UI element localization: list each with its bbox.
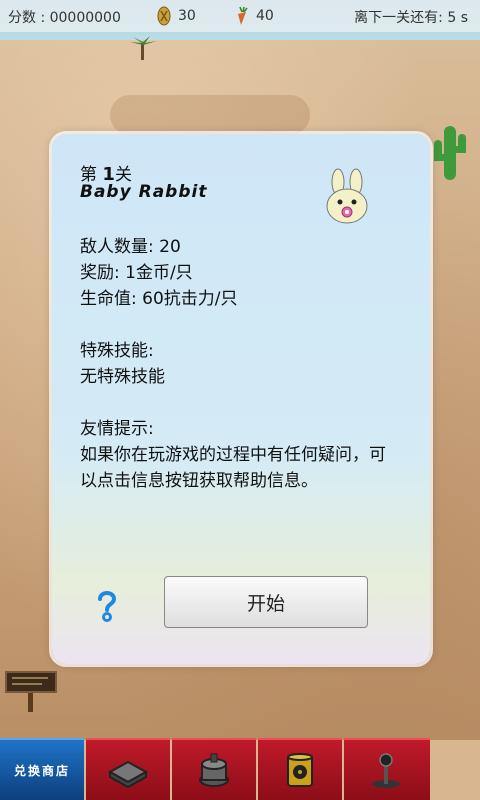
cannon-tower-button[interactable] [172,738,256,800]
reward-info: 奖励: 1金币/只 [80,263,193,283]
skill-value: 无特殊技能 [80,367,165,387]
status-bar: 分数 : 00000000 30 40 离下一关还有: 5 s [0,0,480,32]
start-button[interactable]: 开始 [164,576,368,628]
next-level-label: 离下一关还有: 5 s [354,10,468,26]
cannon-tower-icon [199,753,229,787]
level-info-dialog: 第 1关 Baby Rabbit 敌人数量: 20 奖励: 1金币/只 生命值:… [52,134,430,664]
carrot-count: 40 [256,8,274,24]
bottom-toolbar: 兑换商店 [0,738,480,800]
next-level-timer: 离下一关还有: 5 s [354,7,468,27]
carrot-counter: 40 [234,6,274,26]
coin-count: 30 [178,8,196,24]
help-icon[interactable] [92,588,122,622]
coin-icon [157,6,171,26]
tip-text: 如果你在玩游戏的过程中有任何疑问，可以点击信息按钮获取帮助信息。 [80,445,386,491]
cactus-icon [434,126,466,180]
enemy-count: 敌人数量: 20 [80,237,181,257]
skill-title: 特殊技能: [80,341,154,361]
radioactive-barrel-button[interactable] [258,738,342,800]
tower-base-button[interactable] [86,738,170,800]
start-button-label: 开始 [246,592,285,615]
level-details: 敌人数量: 20 奖励: 1金币/只 生命值: 60抗击力/只 特殊技能: 无特… [80,234,400,494]
lever-icon [372,753,400,788]
score-label: 分数 : 00000000 [8,10,121,26]
baby-rabbit-icon [326,168,368,224]
carrot-icon [238,6,248,25]
health-info: 生命值: 60抗击力/只 [80,289,238,309]
lever-button[interactable] [344,738,430,800]
exchange-shop-button[interactable]: 兑换商店 [0,738,84,800]
radioactive-barrel-icon [287,753,313,787]
enemy-name: Baby Rabbit [80,182,208,202]
score-display: 分数 : 00000000 [8,7,121,27]
tower-base-icon [107,760,149,789]
wooden-sign-icon [5,671,57,712]
coin-counter: 30 [156,6,196,26]
tip-title: 友情提示: [80,419,154,439]
palm-tree-icon [130,36,157,60]
shop-label: 兑换商店 [13,763,70,778]
desert-path [110,95,310,135]
